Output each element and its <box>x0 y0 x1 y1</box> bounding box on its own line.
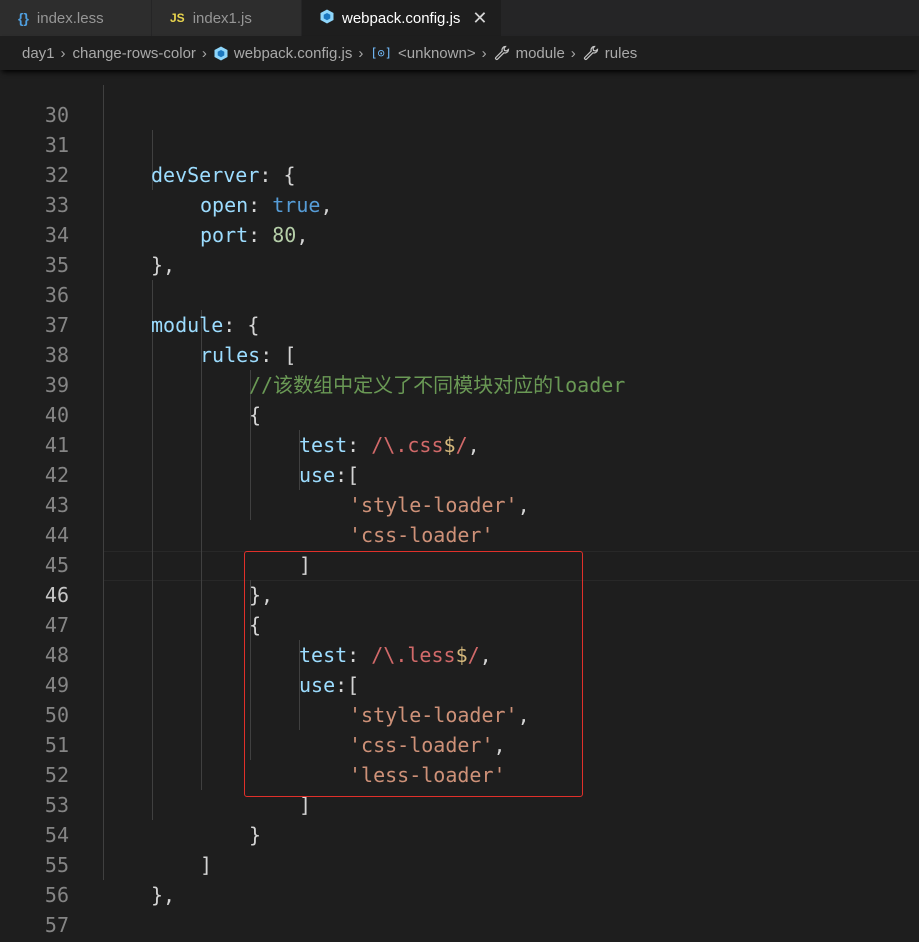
code-line: 37 rules: [ <box>0 280 919 367</box>
tab-webpack-config[interactable]: webpack.config.js ✕ <box>302 0 502 36</box>
code-line: 40 test: /\.css$/, <box>0 370 919 457</box>
js-file-icon: JS <box>170 11 185 25</box>
chevron-right-icon: › <box>481 44 487 62</box>
breadcrumb-item-file[interactable]: webpack.config.js <box>234 45 352 62</box>
variable-icon: [⊙] <box>370 46 393 60</box>
chevron-right-icon: › <box>60 44 66 62</box>
chevron-right-icon: › <box>570 44 576 62</box>
code-line: 35 <box>0 220 919 277</box>
code-line: 31 devServer: { <box>0 100 919 187</box>
code-line: 55 }, <box>0 820 919 907</box>
code-line: 45 }, <box>0 520 919 607</box>
tab-bar: {} index.less JS index1.js webpack.confi… <box>0 0 919 36</box>
webpack-cube-icon <box>320 9 334 27</box>
tab-label: index.less <box>36 9 104 27</box>
code-line: 43 'css-loader' <box>0 460 919 547</box>
code-line: 38 //该数组中定义了不同模块对应的loader <box>0 310 919 397</box>
breadcrumb-item-day1[interactable]: day1 <box>22 45 55 62</box>
tab-index1-js[interactable]: JS index1.js <box>152 0 302 36</box>
close-icon[interactable]: ✕ <box>472 8 487 29</box>
tab-label: index1.js <box>192 9 252 27</box>
breadcrumb-item-module[interactable]: module <box>516 45 565 62</box>
chevron-right-icon: › <box>201 44 207 62</box>
breadcrumb-item-folder[interactable]: change-rows-color <box>73 45 196 62</box>
wrench-icon <box>494 45 510 61</box>
code-line: 36 module: { <box>0 250 919 337</box>
chevron-right-icon: › <box>358 44 364 62</box>
breadcrumb-item-unknown[interactable]: <unknown> <box>398 45 476 62</box>
line-number: 57 <box>44 913 69 937</box>
tab-index-less[interactable]: {} index.less <box>0 0 152 36</box>
code-line: 57 }; <box>0 880 919 937</box>
code-editor[interactable]: 30 31 devServer: { 32 open: true, 33 por… <box>0 70 919 942</box>
braces-icon: {} <box>18 10 29 26</box>
code-line: 56 <box>0 850 919 907</box>
code-line: 42 'style-loader', <box>0 430 919 517</box>
code-line: 34 }, <box>0 190 919 277</box>
code-line: 33 port: 80, <box>0 160 919 247</box>
breadcrumb: day1 › change-rows-color › webpack.confi… <box>0 36 919 70</box>
code-line: 44 ] <box>0 490 919 577</box>
wrench-icon <box>583 45 599 61</box>
code-line: 32 open: true, <box>0 130 919 217</box>
code-line: 41 use:[ <box>0 400 919 487</box>
code-line: 30 <box>0 70 919 127</box>
breadcrumb-item-rules[interactable]: rules <box>605 45 638 62</box>
annotation-highlight-box <box>244 551 583 797</box>
code-line: 39 { <box>0 340 919 427</box>
webpack-cube-icon <box>214 46 228 61</box>
tab-label: webpack.config.js <box>342 9 461 27</box>
